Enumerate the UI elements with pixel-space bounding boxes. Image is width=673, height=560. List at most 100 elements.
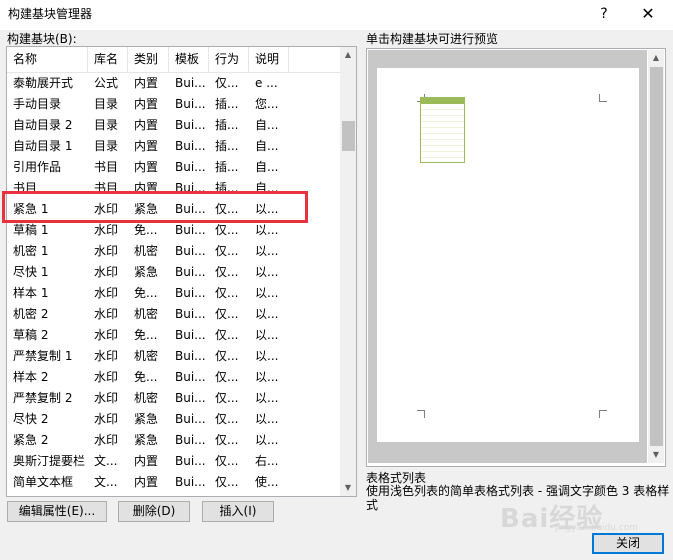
table-preview-row <box>421 152 464 158</box>
preview-scroll-thumb[interactable] <box>650 67 663 446</box>
scroll-up-arrow-icon[interactable]: ▲ <box>340 47 356 63</box>
column-header-template[interactable]: 模板 <box>169 47 209 72</box>
cell-template: Bui... <box>175 286 206 300</box>
cell-name: 奥斯汀提要栏 <box>13 454 86 468</box>
cell-name: 尽快 1 <box>13 265 49 279</box>
cell-gallery: 水印 <box>94 349 119 363</box>
cell-description: 自... <box>255 139 279 153</box>
delete-button[interactable]: 删除(D) <box>118 501 190 522</box>
crop-mark-bottom-right-icon <box>599 410 607 418</box>
cell-category: 机密 <box>134 391 159 405</box>
cell-category: 机密 <box>134 244 159 258</box>
cell-template: Bui... <box>175 370 206 384</box>
cell-template: Bui... <box>175 307 206 321</box>
title-bar: 构建基块管理器 ? ✕ <box>0 0 673 30</box>
cell-description: 自... <box>255 160 279 174</box>
list-row[interactable]: 机密 2 水印 机密 Bui... 仅... 以... <box>7 304 340 325</box>
cell-template: Bui... <box>175 244 206 258</box>
preview-label: 单击构建基块可进行预览 <box>366 32 499 46</box>
list-rows: 泰勒展开式 公式 内置 Bui... 仅... e ... 手动目录 目录 内置 Bui... 插.… <box>7 73 340 493</box>
cell-template: Bui... <box>175 475 206 489</box>
cell-category: 内置 <box>134 139 159 153</box>
list-row[interactable]: 紧急 2 水印 紧急 Bui... 仅... 以... <box>7 430 340 451</box>
cell-behavior: 插... <box>215 160 239 174</box>
cell-description: 以... <box>255 328 279 342</box>
cell-behavior: 仅... <box>215 328 239 342</box>
list-row[interactable]: 样本 2 水印 免... Bui... 仅... 以... <box>7 367 340 388</box>
cell-description: 以... <box>255 286 279 300</box>
list-row[interactable]: 草稿 2 水印 免... Bui... 仅... 以... <box>7 325 340 346</box>
window-title: 构建基块管理器 <box>8 7 93 21</box>
preview-scrollbar[interactable]: ▲ ▼ <box>648 50 664 463</box>
cell-behavior: 仅... <box>215 412 239 426</box>
list-row[interactable]: 机密 1 水印 机密 Bui... 仅... 以... <box>7 241 340 262</box>
list-row[interactable]: 尽快 2 水印 紧急 Bui... 仅... 以... <box>7 409 340 430</box>
building-blocks-list[interactable]: 名称 库名 类别 模板 行为 说明 泰勒展开式 公式 内置 Bui... 仅... e .… <box>6 46 357 497</box>
cell-name: 紧急 2 <box>13 433 49 447</box>
cell-gallery: 水印 <box>94 412 119 426</box>
cell-name: 样本 1 <box>13 286 49 300</box>
insert-button[interactable]: 插入(I) <box>202 501 274 522</box>
column-header-behavior[interactable]: 行为 <box>209 47 249 72</box>
list-row[interactable]: 引用作品 书目 内置 Bui... 插... 自... <box>7 157 340 178</box>
list-row[interactable]: 样本 1 水印 免... Bui... 仅... 以... <box>7 283 340 304</box>
list-row[interactable]: 严禁复制 1 水印 机密 Bui... 仅... 以... <box>7 346 340 367</box>
cell-template: Bui... <box>175 454 206 468</box>
edit-properties-button[interactable]: 编辑属性(E)... <box>7 501 107 522</box>
cell-name: 自动目录 2 <box>13 118 73 132</box>
cell-template: Bui... <box>175 265 206 279</box>
help-button[interactable]: ? <box>594 4 614 24</box>
list-scroll-thumb[interactable] <box>342 121 355 151</box>
cell-behavior: 仅... <box>215 349 239 363</box>
cell-gallery: 水印 <box>94 433 119 447</box>
window-close-button[interactable]: ✕ <box>636 3 660 25</box>
cell-template: Bui... <box>175 349 206 363</box>
cell-description: 您... <box>255 97 279 111</box>
cell-behavior: 插... <box>215 97 239 111</box>
list-row[interactable]: 奥斯汀提要栏 文... 内置 Bui... 仅... 右... <box>7 451 340 472</box>
list-row[interactable]: 手动目录 目录 内置 Bui... 插... 您... <box>7 94 340 115</box>
cell-category: 内置 <box>134 475 159 489</box>
cell-gallery: 水印 <box>94 391 119 405</box>
list-row[interactable]: 自动目录 2 目录 内置 Bui... 插... 自... <box>7 115 340 136</box>
cell-category: 内置 <box>134 76 159 90</box>
cell-category: 机密 <box>134 307 159 321</box>
cell-name: 泰勒展开式 <box>13 76 74 90</box>
list-row[interactable]: 泰勒展开式 公式 内置 Bui... 仅... e ... <box>7 73 340 94</box>
list-row[interactable]: 尽快 1 水印 紧急 Bui... 仅... 以... <box>7 262 340 283</box>
cell-name: 机密 2 <box>13 307 49 321</box>
preview-scroll-up-arrow-icon[interactable]: ▲ <box>648 50 664 66</box>
cell-description: e ... <box>255 76 278 90</box>
close-button[interactable]: 关闭 <box>592 533 664 554</box>
cell-behavior: 仅... <box>215 244 239 258</box>
cell-behavior: 仅... <box>215 454 239 468</box>
highlight-box <box>2 191 308 223</box>
cell-category: 内置 <box>134 454 159 468</box>
preview-scroll-down-arrow-icon[interactable]: ▼ <box>648 447 664 463</box>
cell-description: 以... <box>255 391 279 405</box>
column-header-description[interactable]: 说明 <box>249 47 289 72</box>
list-row[interactable]: 简单文本框 文... 内置 Bui... 仅... 使... <box>7 472 340 493</box>
cell-name: 样本 2 <box>13 370 49 384</box>
cell-name: 草稿 2 <box>13 328 49 342</box>
scroll-down-arrow-icon[interactable]: ▼ <box>340 480 356 496</box>
cell-template: Bui... <box>175 139 206 153</box>
cell-behavior: 插... <box>215 118 239 132</box>
cell-description: 右... <box>255 454 279 468</box>
cell-template: Bui... <box>175 433 206 447</box>
preview-pane: ▲ ▼ <box>366 48 666 467</box>
cell-name: 引用作品 <box>13 160 62 174</box>
cell-name: 机密 1 <box>13 244 49 258</box>
list-row[interactable]: 草稿 1 水印 免... Bui... 仅... 以... <box>7 220 340 241</box>
cell-behavior: 仅... <box>215 370 239 384</box>
list-scrollbar[interactable]: ▲ ▼ <box>340 47 356 496</box>
cell-template: Bui... <box>175 391 206 405</box>
list-row[interactable]: 自动目录 1 目录 内置 Bui... 插... 自... <box>7 136 340 157</box>
cell-category: 免... <box>134 370 158 384</box>
cell-name: 草稿 1 <box>13 223 49 237</box>
column-header-gallery[interactable]: 库名 <box>88 47 128 72</box>
list-row[interactable]: 严禁复制 2 水印 机密 Bui... 仅... 以... <box>7 388 340 409</box>
cell-behavior: 仅... <box>215 307 239 321</box>
column-header-name[interactable]: 名称 <box>7 47 88 72</box>
column-header-category[interactable]: 类别 <box>128 47 169 72</box>
